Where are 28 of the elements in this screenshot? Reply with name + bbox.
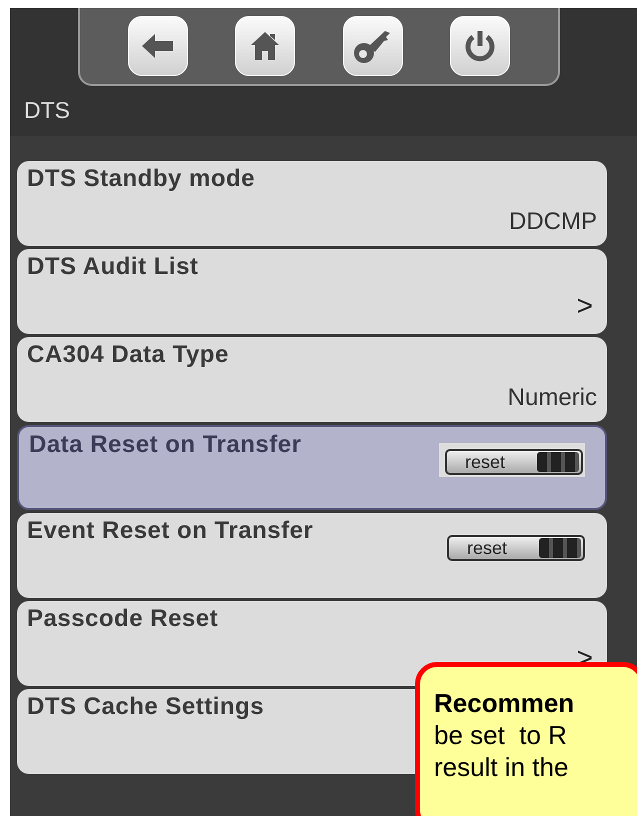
reset-switch[interactable]: reset [445, 449, 583, 475]
screen-title: DTS [24, 96, 71, 124]
callout-text: be set to R [434, 719, 568, 751]
item-value: Numeric [508, 384, 597, 412]
menu-item[interactable]: CA304 Data Type Numeric [17, 337, 607, 422]
menu-item[interactable]: Data Reset on Transfer reset [17, 425, 607, 510]
menu-item[interactable]: DTS Audit List > [17, 249, 607, 334]
back-button[interactable] [128, 16, 188, 76]
power-button[interactable] [450, 16, 510, 76]
item-label: Data Reset on Transfer [29, 431, 302, 459]
key-button[interactable] [342, 16, 403, 76]
home-icon [251, 31, 280, 61]
menu-item[interactable]: Event Reset on Transfer reset [17, 513, 607, 598]
item-label: DTS Audit List [27, 253, 198, 281]
item-label: Event Reset on Transfer [27, 517, 314, 545]
menu-item[interactable]: DTS Standby mode DDCMP [17, 161, 607, 246]
item-label: CA304 Data Type [27, 341, 229, 369]
reset-switch[interactable]: reset [447, 535, 585, 561]
back-arrow-icon [142, 33, 174, 59]
key-icon [352, 28, 393, 64]
home-button[interactable] [235, 16, 296, 76]
item-label: Passcode Reset [27, 605, 218, 633]
callout-text: Recommen [434, 687, 576, 719]
item-label: DTS Cache Settings [27, 693, 264, 721]
item-label: DTS Standby mode [27, 165, 256, 193]
power-icon [464, 30, 496, 62]
chevron: > [576, 290, 593, 322]
item-value: DDCMP [509, 208, 597, 236]
